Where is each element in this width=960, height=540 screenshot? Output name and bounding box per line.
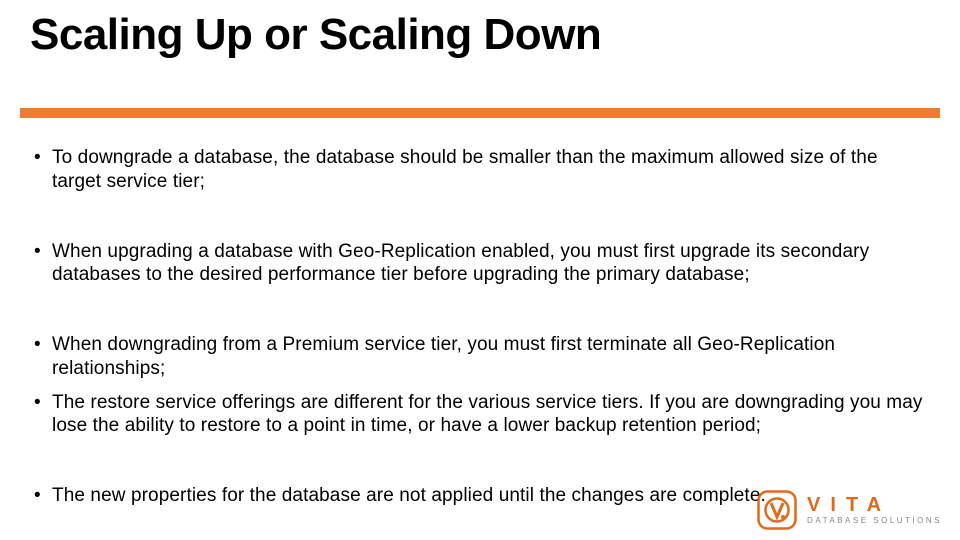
brand-logo-text: VITA DATABASE SOLUTIONS <box>807 495 942 525</box>
bullet-list: To downgrade a database, the database sh… <box>30 146 930 508</box>
slide-title: Scaling Up or Scaling Down <box>30 10 601 60</box>
title-underline <box>20 108 940 118</box>
brand-logo: VITA DATABASE SOLUTIONS <box>757 490 942 530</box>
brand-name: VITA <box>807 495 942 515</box>
vita-logo-icon <box>757 490 797 530</box>
list-item: The restore service offerings are differ… <box>30 391 930 439</box>
list-item: When upgrading a database with Geo-Repli… <box>30 240 930 288</box>
list-item: To downgrade a database, the database sh… <box>30 146 930 194</box>
list-item: When downgrading from a Premium service … <box>30 333 930 381</box>
slide-body: To downgrade a database, the database sh… <box>30 140 930 508</box>
brand-subtitle: DATABASE SOLUTIONS <box>807 517 942 525</box>
slide: Scaling Up or Scaling Down To downgrade … <box>0 0 960 540</box>
